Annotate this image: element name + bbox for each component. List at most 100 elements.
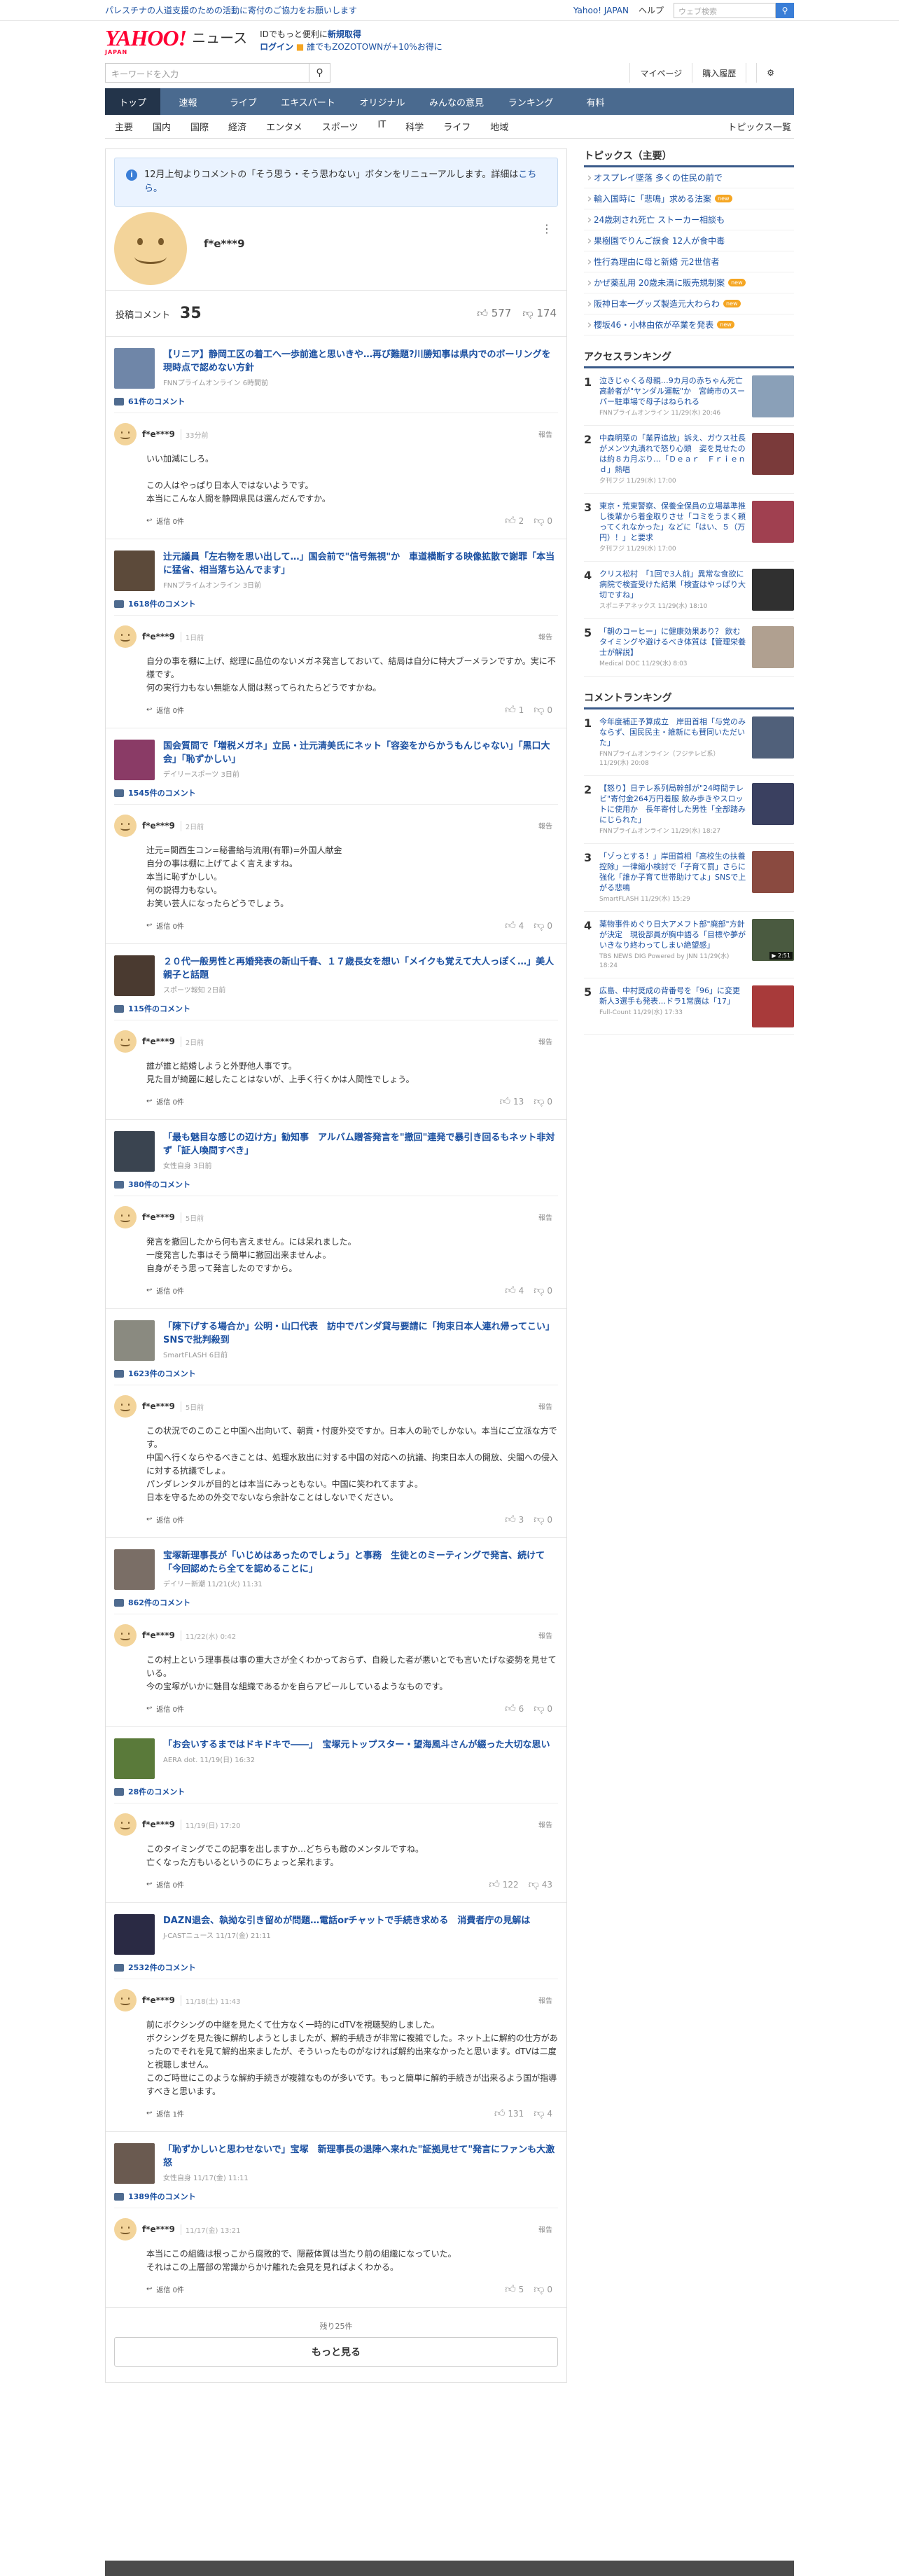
yahoo-logo[interactable]: YAHOO! JAPAN bbox=[105, 27, 187, 55]
ranking-item[interactable]: 2 【怒り】日テレ系列局幹部が"24時間テレビ"寄付金264万円着服 飲み歩きやス… bbox=[584, 776, 794, 844]
category-world[interactable]: 国際 bbox=[181, 120, 218, 133]
report-link[interactable]: 報告 bbox=[538, 2224, 552, 2234]
category-main[interactable]: 主要 bbox=[105, 120, 143, 133]
nav-live[interactable]: ライブ bbox=[216, 88, 271, 115]
dislike-button[interactable]: 👎︎ 0 bbox=[534, 514, 552, 527]
nav-ranking[interactable]: ランキング bbox=[494, 88, 568, 115]
category-life[interactable]: ライフ bbox=[433, 120, 480, 133]
reply-button[interactable]: ↩ 返信 0件 bbox=[146, 515, 184, 526]
nav-breaking[interactable]: 速報 bbox=[160, 88, 216, 115]
article-thumbnail[interactable] bbox=[114, 955, 155, 996]
ranking-title[interactable]: 薬物事件めぐり日大アメフト部"廃部"方針が決定 現役部員が胸中語る「目標や夢がい… bbox=[599, 919, 746, 950]
mypage-link[interactable]: マイページ bbox=[629, 63, 692, 83]
article-link[interactable]: 「お会いするまではドキドキで――」 宝塚元トップスター・望海風斗さんが綴った大切… bbox=[114, 1738, 558, 1779]
article-title[interactable]: 「陳下げする場合か」公明・山口代表 訪中でパンダ貸与要請に「拘束日本人連れ帰って… bbox=[163, 1320, 558, 1347]
dislike-button[interactable]: 👎︎ 43 bbox=[529, 1878, 552, 1891]
comment-author[interactable]: f*e***9 bbox=[142, 429, 175, 439]
reply-button[interactable]: ↩ 返信 1件 bbox=[146, 2108, 184, 2119]
ranking-thumbnail[interactable] bbox=[752, 569, 794, 611]
ranking-thumbnail[interactable] bbox=[752, 716, 794, 759]
like-button[interactable]: 👍︎ 13 bbox=[500, 1095, 524, 1108]
news-brand[interactable]: ニュース bbox=[192, 27, 247, 47]
nav-expert[interactable]: エキスパート bbox=[271, 88, 345, 115]
article-title[interactable]: 【リニア】静岡工区の着工へ一歩前進と思いきや…再び難題?川勝知事は県内でのボーリ… bbox=[163, 348, 558, 375]
report-link[interactable]: 報告 bbox=[538, 631, 552, 642]
comment-count-link[interactable]: 380件のコメント bbox=[114, 1179, 558, 1196]
dislike-button[interactable]: 👎︎ 0 bbox=[534, 1702, 552, 1715]
ranking-thumbnail[interactable]: ▶ 2:51 bbox=[752, 919, 794, 961]
topic-item[interactable]: かぜ薬乱用 20歳未満に販売規制案 new bbox=[584, 272, 794, 293]
yahoo-japan-link[interactable]: Yahoo! JAPAN bbox=[573, 6, 629, 15]
zozo-promo-link[interactable]: 誰でもZOZOTOWNが+10%お得に bbox=[307, 42, 442, 52]
signup-link[interactable]: 新規取得 bbox=[328, 29, 361, 39]
purchase-history-link[interactable]: 購入履歴 bbox=[692, 63, 746, 83]
article-link[interactable]: 「恥ずかしいと思わせないで」宝塚 新理事長の退陣へ来れた"証拠見せて"発言にファ… bbox=[114, 2143, 558, 2184]
article-link[interactable]: 【リニア】静岡工区の着工へ一歩前進と思いきや…再び難題?川勝知事は県内でのボーリ… bbox=[114, 348, 558, 389]
like-button[interactable]: 👍︎ 4 bbox=[505, 1284, 524, 1297]
ranking-title[interactable]: 「朝のコーヒー」に健康効果あり？ 飲むタイミングや避けるべき体質は【管理栄養士が… bbox=[599, 626, 746, 658]
dislike-button[interactable]: 👎︎ 0 bbox=[534, 1284, 552, 1297]
topic-item[interactable]: オスプレイ墜落 多くの住民の前で bbox=[584, 167, 794, 188]
article-link[interactable]: 宝塚新理事長が「いじめはあったのでしょう」と事務 生徒とのミーティングで発言、続… bbox=[114, 1549, 558, 1590]
reply-button[interactable]: ↩ 返信 0件 bbox=[146, 1879, 184, 1890]
article-thumbnail[interactable] bbox=[114, 550, 155, 591]
category-entertainment[interactable]: エンタメ bbox=[256, 120, 312, 133]
topic-item[interactable]: 果樹園でりんご誤食 12人が食中毒 bbox=[584, 230, 794, 251]
article-thumbnail[interactable] bbox=[114, 2143, 155, 2184]
dislike-button[interactable]: 👎︎ 0 bbox=[534, 1095, 552, 1108]
topic-item[interactable]: 24歳刺され死亡 ストーカー相談も bbox=[584, 209, 794, 230]
ranking-thumbnail[interactable] bbox=[752, 501, 794, 543]
ranking-item[interactable]: 4 クリス松村 「1回で3人前」異常な食欲に病院で検査受けた結果「検査はやっぱり大… bbox=[584, 562, 794, 619]
article-link[interactable]: ２０代一般男性と再婚発表の新山千春、１７歳長女を想い「メイクも覚えて大人っぽく…… bbox=[114, 955, 558, 996]
help-link[interactable]: ヘルプ bbox=[639, 4, 664, 16]
comment-count-link[interactable]: 1618件のコメント bbox=[114, 598, 558, 616]
ranking-title[interactable]: 【怒り】日テレ系列局幹部が"24時間テレビ"寄付金264万円着服 飲み歩きやスロ… bbox=[599, 783, 746, 825]
report-link[interactable]: 報告 bbox=[538, 1995, 552, 2005]
like-button[interactable]: 👍︎ 131 bbox=[494, 2107, 524, 2120]
article-link[interactable]: 辻元議員「左右物を思い出して…」国会前で"信号無視"か 車道横断する映像拡散で謝… bbox=[114, 550, 558, 591]
article-link[interactable]: 「陳下げする場合か」公明・山口代表 訪中でパンダ貸与要請に「拘束日本人連れ帰って… bbox=[114, 1320, 558, 1361]
article-title[interactable]: ２０代一般男性と再婚発表の新山千春、１７歳長女を想い「メイクも覚えて大人っぽく…… bbox=[163, 955, 558, 982]
topic-item[interactable]: 輸入国時に「悲鳴」求める法案 new bbox=[584, 188, 794, 209]
article-title[interactable]: 「最も魅目な感じの辺け方」勧知事 アルバム贈答発言を"撤回"連発で暴引き回るもネ… bbox=[163, 1131, 558, 1158]
article-link[interactable]: DAZN退会、執拗な引き留めが問題…電話orチャットで手続き求める 消費者庁の見… bbox=[114, 1914, 558, 1955]
article-thumbnail[interactable] bbox=[114, 1914, 155, 1955]
comment-count-link[interactable]: 2532件のコメント bbox=[114, 1962, 558, 1979]
reply-button[interactable]: ↩ 返信 0件 bbox=[146, 1096, 184, 1107]
ranking-title[interactable]: クリス松村 「1回で3人前」異常な食欲に病院で検査受けた結果「検査はやっぱり大切… bbox=[599, 569, 746, 600]
ranking-item[interactable]: 3 東京・荒東警察、保養全保員の立場基準推し後輩から着金取りさせ「コミをうまく頼っ… bbox=[584, 494, 794, 562]
ranking-thumbnail[interactable] bbox=[752, 626, 794, 668]
article-thumbnail[interactable] bbox=[114, 1549, 155, 1590]
dislike-button[interactable]: 👎︎ 0 bbox=[534, 919, 552, 932]
ranking-item[interactable]: 1 今年度補正予算成立 岸田首相「与党のみならず、国民民主・維新にも賛同いただいた… bbox=[584, 709, 794, 776]
ranking-title[interactable]: 広島、中村奨成の背番号を「96」に変更 新人3選手も発表…ドラ1常廣は「17」 bbox=[599, 985, 748, 1006]
comment-count-link[interactable]: 1545件のコメント bbox=[114, 787, 558, 805]
comment-author[interactable]: f*e***9 bbox=[142, 1401, 175, 1411]
keyword-search-button[interactable]: ⚲ bbox=[309, 63, 330, 83]
load-more-button[interactable]: もっと見る bbox=[114, 2337, 558, 2367]
ranking-item[interactable]: 5 広島、中村奨成の背番号を「96」に変更 新人3選手も発表…ドラ1常廣は「17」… bbox=[584, 978, 794, 1035]
article-thumbnail[interactable] bbox=[114, 740, 155, 780]
report-link[interactable]: 報告 bbox=[538, 820, 552, 831]
topic-item[interactable]: 阪神日本一グッズ製造元大わらわ new bbox=[584, 293, 794, 314]
dislike-button[interactable]: 👎︎ 0 bbox=[534, 2283, 552, 2296]
report-link[interactable]: 報告 bbox=[538, 1630, 552, 1640]
comment-count-link[interactable]: 28件のコメント bbox=[114, 1786, 558, 1803]
ranking-title[interactable]: 「ゾっとする！」岸田首相「高校生の扶養控除」一律縮小検討で「子育て罰」さらに強化… bbox=[599, 851, 746, 893]
dislike-button[interactable]: 👎︎ 4 bbox=[534, 2107, 552, 2120]
article-title[interactable]: 辻元議員「左右物を思い出して…」国会前で"信号無視"か 車道横断する映像拡散で謝… bbox=[163, 550, 558, 577]
nav-original[interactable]: オリジナル bbox=[345, 88, 419, 115]
article-title[interactable]: 「お会いするまではドキドキで――」 宝塚元トップスター・望海風斗さんが綴った大切… bbox=[163, 1738, 550, 1752]
ranking-thumbnail[interactable] bbox=[752, 783, 794, 825]
ranking-item[interactable]: 3 「ゾっとする！」岸田首相「高校生の扶養控除」一律縮小検討で「子育て罰」さらに強… bbox=[584, 844, 794, 912]
comment-author[interactable]: f*e***9 bbox=[142, 632, 175, 642]
ranking-thumbnail[interactable] bbox=[752, 433, 794, 475]
ranking-thumbnail[interactable] bbox=[752, 851, 794, 893]
reply-button[interactable]: ↩ 返信 0件 bbox=[146, 1285, 184, 1296]
like-button[interactable]: 👍︎ 1 bbox=[505, 703, 524, 716]
ranking-title[interactable]: 泣きじゃくる母親…9カ月の赤ちゃん死亡 高齢者が"ヤンダル運転"か 宮崎市のスー… bbox=[599, 375, 751, 407]
settings-button[interactable]: ⚙ bbox=[746, 63, 794, 83]
comment-count-link[interactable]: 115件のコメント bbox=[114, 1003, 558, 1020]
reply-button[interactable]: ↩ 返信 0件 bbox=[146, 920, 184, 931]
like-button[interactable]: 👍︎ 4 bbox=[505, 919, 524, 932]
